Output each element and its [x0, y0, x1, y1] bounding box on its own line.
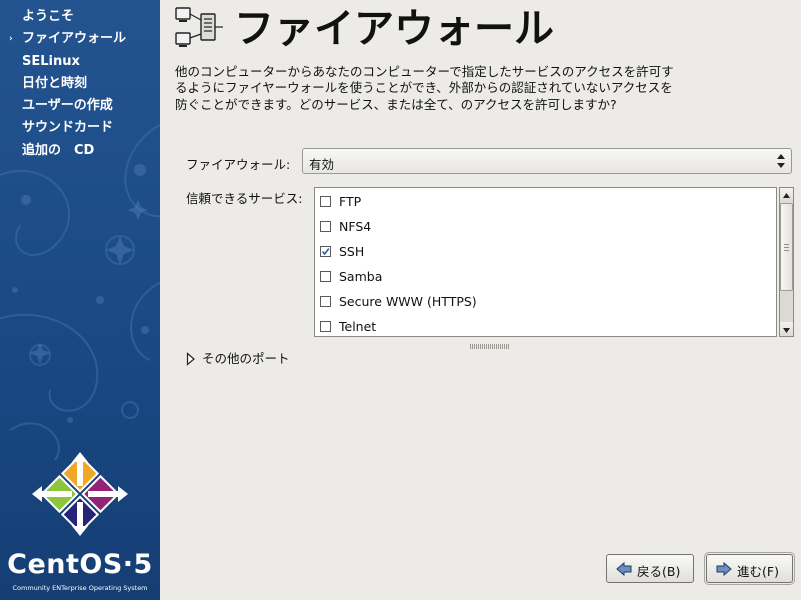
other-ports-label: その他のポート — [202, 351, 290, 366]
arrow-up-icon — [783, 193, 790, 198]
step-additional-cd: 追加の CD — [0, 140, 126, 162]
step-label: SELinux — [22, 53, 80, 69]
scroll-thumb[interactable] — [780, 203, 793, 291]
service-label: Telnet — [339, 319, 377, 334]
service-row-ssh[interactable]: SSH — [315, 239, 776, 264]
step-label: 日付と時刻 — [22, 75, 88, 91]
step-selinux: SELinux — [0, 51, 126, 73]
grip-line — [784, 244, 789, 245]
sidebar: ようこそ › ファイアウォール SELinux 日付と時刻 ユーザーの作成 サウン… — [0, 0, 160, 600]
grip-line — [784, 250, 789, 251]
firewall-label: ファイアウォール: — [186, 157, 291, 172]
grip-line — [784, 247, 789, 248]
service-checkbox[interactable] — [320, 246, 331, 257]
next-button-label: 進む(F) — [737, 564, 779, 579]
service-row-telnet[interactable]: Telnet — [315, 314, 776, 336]
step-list: ようこそ › ファイアウォール SELinux 日付と時刻 ユーザーの作成 サウン… — [0, 6, 126, 162]
services-scrollbar[interactable] — [779, 187, 794, 337]
service-checkbox[interactable] — [320, 221, 331, 232]
back-button[interactable]: 戻る(B) — [606, 554, 694, 583]
next-button[interactable]: 進む(F) — [704, 552, 795, 585]
scroll-up-button[interactable] — [780, 188, 793, 202]
service-row-https[interactable]: Secure WWW (HTTPS) — [315, 289, 776, 314]
arrow-right-icon — [716, 561, 732, 577]
arrow-left-icon — [616, 561, 632, 577]
back-button-label: 戻る(B) — [637, 564, 681, 579]
step-label: 追加の CD — [22, 142, 95, 158]
service-checkbox[interactable] — [320, 296, 331, 307]
centos-logo-icon — [32, 452, 128, 536]
trusted-services-list: FTP NFS4 SSH Samba Secure WWW (HTTPS) Te… — [314, 187, 777, 337]
firewall-network-icon — [175, 7, 223, 47]
description-text: 他のコンピューターからあなたのコンピューターで指定したサービスのアクセスを許可す… — [175, 64, 674, 112]
brand-wordmark: CentOS·5 — [7, 549, 153, 580]
step-label: サウンドカード — [22, 120, 114, 136]
current-step-marker: › — [9, 34, 13, 45]
step-label: ファイアウォール — [22, 31, 127, 47]
service-row-nfs4[interactable]: NFS4 — [315, 214, 776, 239]
service-row-samba[interactable]: Samba — [315, 264, 776, 289]
step-create-user: ユーザーの作成 — [0, 95, 126, 117]
step-welcome: ようこそ — [0, 6, 126, 28]
service-label: Samba — [339, 269, 383, 284]
service-label: NFS4 — [339, 219, 372, 234]
pane-resize-handle[interactable] — [470, 344, 510, 349]
page-title: ファイアウォール — [234, 6, 554, 52]
services-label: 信頼できるサービス: — [186, 191, 303, 206]
service-label: SSH — [339, 244, 365, 259]
service-checkbox[interactable] — [320, 196, 331, 207]
scroll-down-button[interactable] — [780, 322, 793, 336]
arrow-down-icon — [783, 328, 790, 333]
updown-arrows-icon — [777, 154, 785, 168]
expander-arrow-icon — [186, 352, 195, 366]
service-label: Secure WWW (HTTPS) — [339, 294, 477, 309]
step-sound-card: サウンドカード — [0, 117, 126, 139]
firewall-select[interactable]: 有効 — [302, 148, 792, 174]
brand-tagline: Community ENTerprise Operating System — [12, 584, 148, 592]
step-label: ユーザーの作成 — [22, 98, 113, 114]
service-row-ftp[interactable]: FTP — [315, 189, 776, 214]
checkmark-icon — [321, 248, 330, 256]
service-checkbox[interactable] — [320, 321, 331, 332]
service-checkbox[interactable] — [320, 271, 331, 282]
step-firewall: › ファイアウォール — [0, 28, 126, 50]
step-date-time: 日付と時刻 — [0, 73, 126, 95]
service-label: FTP — [339, 194, 362, 209]
step-label: ようこそ — [22, 9, 75, 24]
firewall-select-value: 有効 — [309, 157, 335, 172]
